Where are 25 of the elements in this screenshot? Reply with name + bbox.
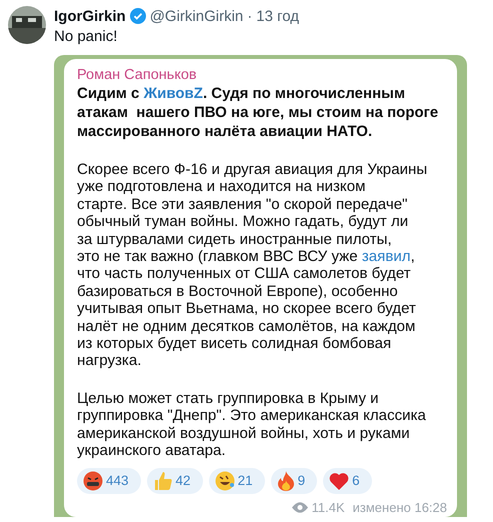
user-handle[interactable]: @GirkinGirkin xyxy=(150,8,244,24)
angry-face-icon xyxy=(83,470,103,490)
message-author: Роман Сапоньков xyxy=(77,66,198,84)
post-time[interactable]: 13 год xyxy=(256,8,300,24)
message-link[interactable]: ЖивовZ xyxy=(144,85,203,102)
message-link[interactable]: заявил xyxy=(362,248,411,266)
reaction-chip[interactable]: 42 xyxy=(146,468,203,494)
thumbs-up-icon xyxy=(152,470,173,490)
tweet-text: No panic! xyxy=(54,28,118,45)
heart-icon xyxy=(329,472,350,490)
reaction-chip[interactable]: 6 xyxy=(323,468,372,494)
display-name[interactable]: IgorGirkin xyxy=(54,8,126,24)
reaction-chip[interactable]: 9 xyxy=(270,468,318,494)
reaction-chip[interactable]: 443 xyxy=(77,468,141,494)
message-paragraph: Скорее всего Ф-16 и другая авиация для Украины уже подготовлена и находится на низком старте. Все эти заявления "о скорой передаче" обычный туман войны. Можно гадать, будут ли за штурвалами сидеть иностранные пилоты, это не так важно (главком ВВС ВСУ уже заявил, что часть полученных от США самолетов будет базироваться в Восточной Европе), особенно учитывая опыт Вьетнама, но скорее всего будет налёт не одним десятков самолётов, на каждом из которых будет висеть солидная бомбовая нагрузка. xyxy=(77,161,428,370)
message-paragraph: Целью может стать группировка в Крыму и группировка "Днепр". Это американская классика американской воздушной войны, хоть и руками украинского аватара. xyxy=(77,390,427,460)
edited-time: изменено 16:28 xyxy=(352,500,447,514)
fire-icon xyxy=(276,470,295,490)
laughing-face-icon xyxy=(214,470,235,490)
reaction-chip[interactable]: 21 xyxy=(208,468,265,494)
separator-dot: · xyxy=(247,8,252,24)
eye-icon xyxy=(292,502,308,512)
view-count: 11.4K xyxy=(312,500,345,514)
message-paragraph: Сидим с ЖивовZ. Судя по многочисленным атакам нашего ПВО на юге, мы стоим на пороге массированного налёта авиации НАТО. xyxy=(77,84,440,141)
avatar[interactable] xyxy=(8,6,46,44)
